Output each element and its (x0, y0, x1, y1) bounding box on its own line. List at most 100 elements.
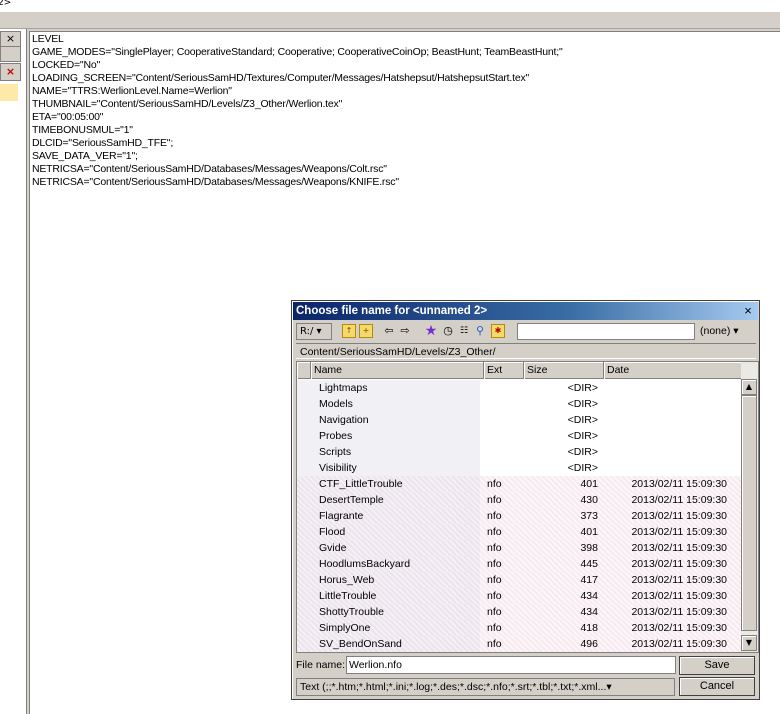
file-row[interactable]: LittleTrouble nfo 434 2013/02/11 15:09:30 (297, 588, 742, 604)
file-size-cell: 417 (580, 574, 598, 586)
delete-icon[interactable]: ✱ (491, 324, 505, 338)
folder-row[interactable]: Visibility <DIR> (297, 460, 742, 476)
file-name-cell: HoodlumsBackyard (297, 556, 480, 572)
editor-line: DLCID="SeriousSamHD_TFE"; (32, 137, 174, 149)
file-size-cell: 434 (580, 590, 598, 602)
folder-row[interactable]: Probes <DIR> (297, 428, 742, 444)
file-ext-cell: nfo (487, 622, 502, 634)
toolbar-strip (0, 12, 780, 29)
folder-row[interactable]: Lightmaps <DIR> (297, 380, 742, 396)
editor-line: SAVE_DATA_VER="1"; (32, 150, 138, 162)
file-row[interactable]: Horus_Web nfo 417 2013/02/11 15:09:30 (297, 572, 742, 588)
column-header-ext[interactable]: Ext (484, 362, 524, 379)
window-title-fragment: 2> (0, 0, 780, 12)
panel-blank-button[interactable] (0, 46, 21, 62)
file-list-rows: Lightmaps <DIR> Models <DIR> Navigation <DIR>… (297, 380, 742, 652)
file-row[interactable]: Gvide nfo 398 2013/02/11 15:09:30 (297, 540, 742, 556)
file-row[interactable]: HoodlumsBackyard nfo 445 2013/02/11 15:09:3… (297, 556, 742, 572)
file-date-cell: 2013/02/11 15:09:30 (631, 558, 727, 570)
panel-close-button[interactable]: × (0, 31, 21, 47)
scroll-up-button[interactable]: ▲ (741, 379, 757, 395)
scrollbar-thumb[interactable] (741, 395, 757, 631)
folder-row[interactable]: Navigation <DIR> (297, 412, 742, 428)
filter-select[interactable]: (none) ▾ (696, 323, 758, 340)
selected-item-highlight[interactable] (0, 84, 18, 101)
file-row[interactable]: DesertTemple nfo 430 2013/02/11 15:09:30 (297, 492, 742, 508)
file-name-cell: ShottyTrouble (297, 604, 480, 620)
file-list-header: Name Ext Size Date (297, 362, 742, 379)
new-folder-icon[interactable]: + (359, 324, 373, 338)
side-panel: × × (0, 29, 27, 714)
list-view-icon[interactable]: ☷ (457, 324, 471, 338)
file-size-cell: <DIR> (567, 398, 598, 410)
scroll-down-button[interactable]: ▼ (741, 635, 757, 651)
folder-row[interactable]: Models <DIR> (297, 396, 742, 412)
file-date-cell: 2013/02/11 15:09:30 (631, 574, 727, 586)
file-size-cell: 401 (580, 478, 598, 490)
file-row[interactable]: CTF_LittleTrouble nfo 401 2013/02/11 15:09:… (297, 476, 742, 492)
file-type-select[interactable]: Text (;;*.htm;*.html;*.ini;*.log;*.des;*… (296, 678, 675, 696)
file-row[interactable]: Flagrante nfo 373 2013/02/11 15:09:30 (297, 508, 742, 524)
file-name-cell: SimplyOne (297, 620, 480, 636)
editor-line: NETRICSA="Content/SeriousSamHD/Databases… (32, 176, 399, 188)
file-name-cell: Flood (297, 524, 480, 540)
file-name-cell: LittleTrouble (297, 588, 480, 604)
file-row[interactable]: SV_BendOnSand nfo 496 2013/02/11 15:09:30 (297, 636, 742, 652)
file-size-cell: 418 (580, 622, 598, 634)
editor-line: LEVEL (32, 33, 64, 45)
file-row[interactable]: SimplyOne nfo 418 2013/02/11 15:09:30 (297, 620, 742, 636)
editor-line: NETRICSA="Content/SeriousSamHD/Databases… (32, 163, 387, 175)
file-size-cell: <DIR> (567, 430, 598, 442)
file-ext-cell: nfo (487, 558, 502, 570)
file-name-cell: Probes (297, 428, 480, 444)
file-ext-cell: nfo (487, 478, 502, 490)
favorites-star-icon[interactable]: ★ (424, 324, 438, 338)
editor-line: GAME_MODES="SinglePlayer; CooperativeSta… (32, 46, 563, 58)
editor-line: TIMEBONUSMUL="1" (32, 124, 133, 136)
history-clock-icon[interactable]: ◷ (441, 324, 455, 338)
dialog-close-button[interactable]: × (740, 303, 756, 319)
parent-folder-icon[interactable]: ↑ (342, 324, 356, 338)
file-name-input[interactable]: Werlion.nfo (346, 656, 676, 674)
window-title-text: 2> (0, 0, 12, 8)
file-size-cell: 430 (580, 494, 598, 506)
column-header-icon[interactable] (297, 362, 311, 379)
file-list[interactable]: Name Ext Size Date Lightmaps <DIR> Models <… (296, 361, 759, 653)
folder-row[interactable]: Scripts <DIR> (297, 444, 742, 460)
editor-content: LEVEL GAME_MODES="SinglePlayer; Cooperat… (32, 33, 563, 189)
file-name-cell: Flagrante (297, 508, 480, 524)
file-size-cell: <DIR> (567, 446, 598, 458)
column-header-size[interactable]: Size (524, 362, 604, 379)
file-name-cell: SV_BendOnSand (297, 636, 480, 652)
file-ext-cell: nfo (487, 574, 502, 586)
file-name-cell: Navigation (297, 412, 480, 428)
file-row[interactable]: ShottyTrouble nfo 434 2013/02/11 15:09:30 (297, 604, 742, 620)
file-ext-cell: nfo (487, 510, 502, 522)
vertical-scrollbar[interactable]: ▲ ▼ (741, 362, 758, 652)
cancel-button[interactable]: Cancel (679, 677, 755, 696)
search-icon[interactable]: ⚲ (473, 324, 487, 338)
forward-arrow-icon[interactable]: ⇨ (398, 324, 412, 338)
file-ext-cell: nfo (487, 590, 502, 602)
file-size-cell: 496 (580, 638, 598, 650)
file-size-cell: 434 (580, 606, 598, 618)
editor-line: THUMBNAIL="Content/SeriousSamHD/Levels/Z… (32, 98, 343, 110)
file-row[interactable]: Flood nfo 401 2013/02/11 15:09:30 (297, 524, 742, 540)
save-button[interactable]: Save (679, 656, 755, 675)
file-size-cell: <DIR> (567, 382, 598, 394)
file-ext-cell: nfo (487, 542, 502, 554)
file-ext-cell: nfo (487, 526, 502, 538)
column-header-date[interactable]: Date (604, 362, 742, 379)
editor-line: ETA="00:05:00" (32, 111, 104, 123)
save-file-dialog: Choose file name for <unnamed 2> × R:/ ▾… (291, 300, 760, 700)
file-date-cell: 2013/02/11 15:09:30 (631, 526, 727, 538)
drive-select[interactable]: R:/ ▾ (296, 323, 332, 340)
editor-line: LOADING_SCREEN="Content/SeriousSamHD/Tex… (32, 72, 530, 84)
remove-icon[interactable]: × (0, 63, 21, 81)
editor-line: LOCKED="No" (32, 59, 100, 71)
column-header-name[interactable]: Name (311, 362, 484, 379)
file-size-cell: <DIR> (567, 462, 598, 474)
dialog-title-bar[interactable]: Choose file name for <unnamed 2> × (293, 302, 758, 320)
filter-input[interactable] (517, 323, 695, 340)
back-arrow-icon[interactable]: ⇦ (382, 324, 396, 338)
